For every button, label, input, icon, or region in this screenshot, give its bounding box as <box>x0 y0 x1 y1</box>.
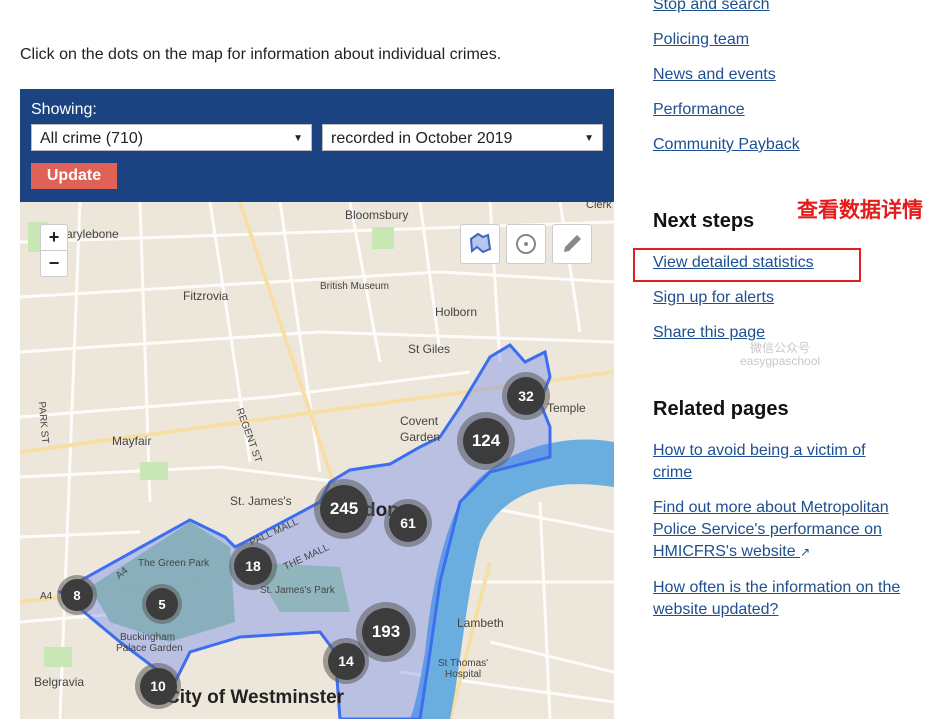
link-policing-team[interactable]: Policing team <box>653 31 749 49</box>
cluster-count: 18 <box>234 547 272 585</box>
crime-cluster[interactable]: 124 <box>457 412 515 470</box>
map-label-a4: A4 <box>40 591 53 602</box>
map-label-palace-garden: Palace Garden <box>116 643 183 654</box>
annotation-highlight-box <box>633 248 861 282</box>
crime-cluster[interactable]: 61 <box>384 499 432 547</box>
link-stop-and-search[interactable]: Stop and search <box>653 0 770 14</box>
map-label-belgravia: Belgravia <box>34 675 85 689</box>
crime-type-select[interactable]: All crime (710) ▼ <box>31 124 312 151</box>
next-steps-heading: Next steps <box>653 210 755 232</box>
cluster-count: 32 <box>507 377 545 415</box>
circle-icon <box>516 234 536 254</box>
map-label-holborn: Holborn <box>435 305 478 319</box>
map-label-st-thomas: St Thomas' <box>438 658 489 669</box>
crime-cluster[interactable]: 18 <box>229 542 277 590</box>
filter-panel: Showing: All crime (710) ▼ recorded in O… <box>20 89 614 202</box>
crime-cluster[interactable]: 245 <box>314 479 374 539</box>
link-community-payback[interactable]: Community Payback <box>653 136 800 154</box>
pencil-icon <box>564 235 581 252</box>
zoom-control: + − <box>40 224 68 277</box>
map-label-hospital: Hospital <box>445 669 482 680</box>
related-pages-heading: Related pages <box>653 398 789 420</box>
crime-cluster[interactable]: 14 <box>323 638 369 684</box>
zoom-in-button[interactable]: + <box>41 225 67 250</box>
link-info-updated[interactable]: How often is the information on the webs… <box>653 577 900 621</box>
cluster-count: 124 <box>463 418 509 464</box>
annotation-text: 查看数据详情 <box>797 199 923 222</box>
map-label-fitzrovia: Fitzrovia <box>183 289 229 303</box>
map-label-st-giles: St Giles <box>408 342 451 356</box>
crime-cluster[interactable]: 10 <box>135 663 181 709</box>
external-link-icon: ↗ <box>800 545 811 559</box>
link-line: website updated? <box>653 601 779 618</box>
showing-label: Showing: <box>31 101 97 118</box>
map-label-green-park: The Green Park <box>138 558 210 569</box>
link-avoid-victim[interactable]: How to avoid being a victim of crime <box>653 440 866 484</box>
map-label-garden: Garden <box>400 430 441 444</box>
cluster-count: 61 <box>389 504 427 542</box>
month-value: recorded in October 2019 <box>331 130 513 147</box>
map-label-st-james: St. James's <box>230 494 292 508</box>
draw-circle-button[interactable] <box>506 224 546 264</box>
crime-type-value: All crime (710) <box>40 130 144 147</box>
map-tiles <box>20 202 614 719</box>
watermark-line: easygpaschool <box>740 354 821 368</box>
link-line: HMICFRS's website ↗ <box>653 541 889 563</box>
link-news-and-events[interactable]: News and events <box>653 66 776 84</box>
map-label-bloomsbury: Bloomsbury <box>345 208 409 222</box>
cluster-count: 8 <box>61 579 93 611</box>
polygon-icon <box>469 232 492 254</box>
watermark: 微信公众号 easygpaschool <box>740 342 820 368</box>
draw-polygon-button[interactable] <box>460 224 500 264</box>
link-performance[interactable]: Performance <box>653 101 745 119</box>
cluster-count: 10 <box>139 667 177 705</box>
link-line: How to avoid being a victim of <box>653 442 866 459</box>
month-select[interactable]: recorded in October 2019 ▼ <box>322 124 603 151</box>
map-label-st-james-park: St. James's Park <box>260 585 335 596</box>
map-label-mayfair: Mayfair <box>112 434 152 448</box>
map-label-british-museum: British Museum <box>320 281 389 292</box>
cluster-count: 245 <box>320 485 368 533</box>
link-line: crime <box>653 464 693 481</box>
zoom-out-button[interactable]: − <box>41 250 67 276</box>
crime-cluster[interactable]: 5 <box>142 584 182 624</box>
link-hmicfrs[interactable]: Find out more about Metropolitan Police … <box>653 497 889 563</box>
map-label-clerk: Clerk <box>586 202 612 211</box>
cluster-count: 5 <box>146 588 178 620</box>
cluster-count: 193 <box>362 608 410 656</box>
map-label-westminster: City of Westminster <box>166 687 345 708</box>
link-line: Find out more about Metropolitan <box>653 499 889 516</box>
map-label-covent: Covent <box>400 414 439 428</box>
link-sign-up-for-alerts[interactable]: Sign up for alerts <box>653 289 774 307</box>
draw-edit-button[interactable] <box>552 224 592 264</box>
dropdown-arrow-icon: ▼ <box>584 133 594 144</box>
crime-cluster[interactable]: 32 <box>502 372 550 420</box>
link-line: Police Service's performance on <box>653 521 882 538</box>
crime-cluster[interactable]: 8 <box>57 575 97 615</box>
map-label-lambeth: Lambeth <box>457 616 504 630</box>
dropdown-arrow-icon: ▼ <box>293 133 303 144</box>
intro-text: Click on the dots on the map for informa… <box>20 46 502 63</box>
map-label-temple: Temple <box>547 401 586 415</box>
update-button[interactable]: Update <box>31 163 117 189</box>
crime-map[interactable]: Marylebone Bloomsbury Fitzrovia British … <box>20 202 614 719</box>
link-line: How often is the information on the <box>653 579 901 596</box>
map-label-buckingham: Buckingham <box>120 632 176 643</box>
cluster-count: 14 <box>327 642 365 680</box>
link-share-this-page[interactable]: Share this page <box>653 324 765 342</box>
